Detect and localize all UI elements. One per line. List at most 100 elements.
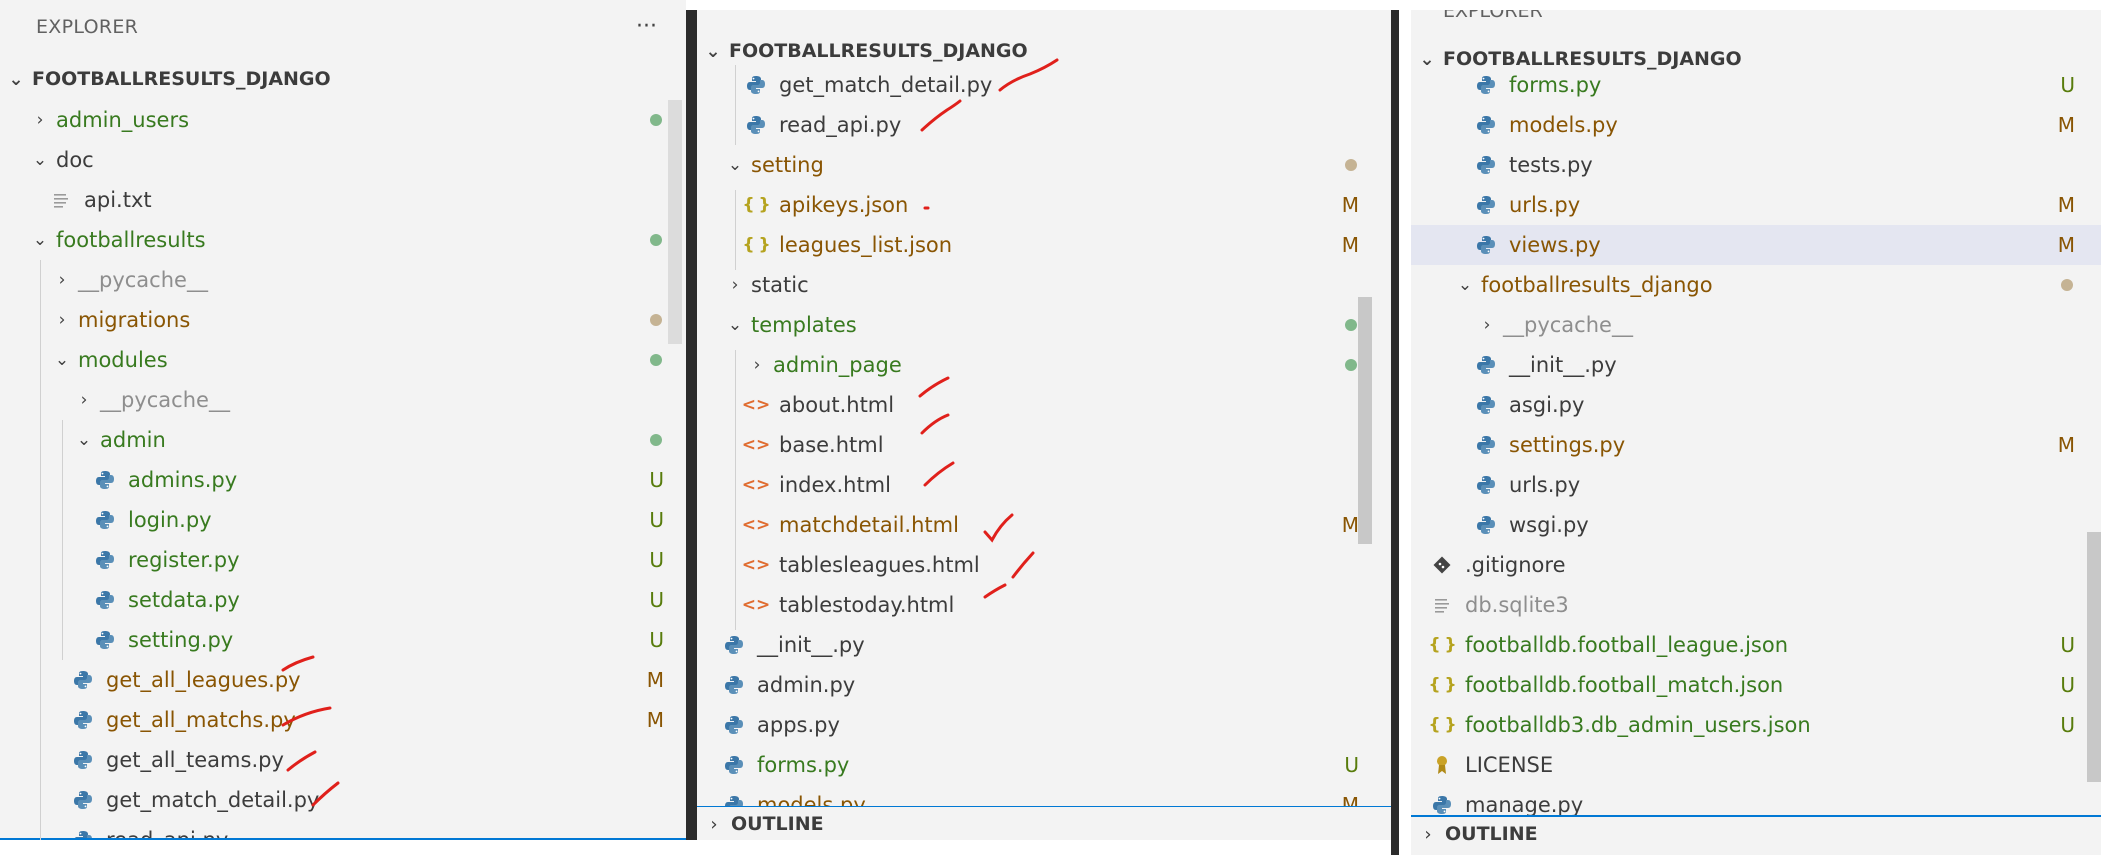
folder-item[interactable]: ⌄ modules (0, 340, 686, 380)
python-icon (1475, 234, 1497, 256)
file-item[interactable]: register.py U (0, 540, 686, 580)
file-item[interactable]: { } apikeys.json M (697, 185, 1391, 225)
chevron-down-icon[interactable]: ⌄ (1453, 275, 1477, 295)
item-label: api.txt (84, 188, 152, 212)
file-item[interactable]: tests.py (1411, 145, 2101, 185)
python-icon (1475, 354, 1497, 376)
file-item[interactable]: <> index.html (697, 465, 1391, 505)
more-actions-icon[interactable]: ··· (636, 14, 657, 39)
chevron-right-icon[interactable]: › (745, 355, 769, 375)
python-icon (723, 634, 745, 656)
chevron-right-icon[interactable]: › (72, 390, 96, 410)
file-item[interactable]: read_api.py (697, 105, 1391, 145)
folder-item[interactable]: › admin_page (697, 345, 1391, 385)
file-item[interactable]: { } footballdb.football_league.json U (1411, 625, 2101, 665)
file-item[interactable]: models.py M (1411, 105, 2101, 145)
file-item[interactable]: get_all_teams.py (0, 740, 686, 780)
file-item[interactable]: forms.py U (1411, 65, 2101, 105)
folder-item[interactable]: › __pycache__ (1411, 305, 2101, 345)
file-item[interactable]: admins.py U (0, 460, 686, 500)
file-item[interactable]: <> tablestoday.html (697, 585, 1391, 625)
item-label: asgi.py (1509, 393, 1585, 417)
python-icon (94, 549, 116, 571)
file-item[interactable]: __init__.py (1411, 345, 2101, 385)
git-status-badge: U (2060, 73, 2075, 97)
chevron-right-icon[interactable]: › (1475, 315, 1499, 335)
item-label: get_all_matchs.py (106, 708, 296, 732)
git-status-dot (650, 434, 662, 446)
file-item[interactable]: get_all_matchs.py M (0, 700, 686, 740)
file-item[interactable]: settings.py M (1411, 425, 2101, 465)
git-status-badge: U (649, 628, 664, 652)
json-icon: { } (742, 195, 770, 215)
folder-item[interactable]: ⌄ doc (0, 140, 686, 180)
workspace-root-header[interactable]: ⌄ FOOTBALLRESULTS_DJANGO (0, 60, 330, 98)
scrollbar-thumb[interactable] (2087, 532, 2101, 782)
chevron-down-icon[interactable]: ⌄ (723, 155, 747, 175)
chevron-down-icon[interactable]: ⌄ (28, 230, 52, 250)
file-item[interactable]: <> about.html (697, 385, 1391, 425)
file-item[interactable]: views.py M (1411, 225, 2101, 265)
file-item[interactable]: admin.py (697, 665, 1391, 705)
file-item[interactable]: .gitignore (1411, 545, 2101, 585)
workspace-root-label: FOOTBALLRESULTS_DJANGO (729, 40, 1028, 62)
file-item[interactable]: <> matchdetail.html M (697, 505, 1391, 545)
scrollbar-thumb[interactable] (1358, 297, 1372, 544)
file-item[interactable]: urls.py (1411, 465, 2101, 505)
python-icon (94, 509, 116, 531)
file-item[interactable]: get_all_leagues.py M (0, 660, 686, 700)
chevron-down-icon[interactable]: ⌄ (50, 350, 74, 370)
folder-item[interactable]: ⌄ footballresults_django (1411, 265, 2101, 305)
html-icon: <> (741, 435, 771, 455)
scrollbar-thumb[interactable] (668, 100, 682, 344)
file-item[interactable]: __init__.py (697, 625, 1391, 665)
file-item[interactable]: get_match_detail.py (697, 65, 1391, 105)
indent-guide (40, 260, 41, 840)
folder-item[interactable]: › __pycache__ (0, 380, 686, 420)
folder-item[interactable]: › __pycache__ (0, 260, 686, 300)
chevron-down-icon[interactable]: ⌄ (28, 150, 52, 170)
folder-item[interactable]: ⌄ footballresults (0, 220, 686, 260)
python-icon (1431, 794, 1453, 816)
chevron-down-icon[interactable]: ⌄ (72, 430, 96, 450)
outline-section-header[interactable]: › OUTLINE (697, 806, 1391, 840)
item-label: index.html (779, 473, 891, 497)
file-item[interactable]: login.py U (0, 500, 686, 540)
git-status-badge: M (2057, 433, 2075, 457)
file-item[interactable]: asgi.py (1411, 385, 2101, 425)
file-item[interactable]: urls.py M (1411, 185, 2101, 225)
file-item[interactable]: read_api.py (0, 820, 686, 840)
folder-item[interactable]: › static (697, 265, 1391, 305)
file-item[interactable]: apps.py (697, 705, 1391, 745)
item-label: wsgi.py (1509, 513, 1589, 537)
chevron-right-icon[interactable]: › (50, 270, 74, 290)
folder-item[interactable]: ⌄ templates (697, 305, 1391, 345)
file-item[interactable]: { } leagues_list.json M (697, 225, 1391, 265)
chevron-right-icon[interactable]: › (723, 275, 747, 295)
chevron-down-icon[interactable]: ⌄ (723, 315, 747, 335)
file-item[interactable]: { } footballdb3.db_admin_users.json U (1411, 705, 2101, 745)
item-label: LICENSE (1465, 753, 1554, 777)
file-item[interactable]: forms.py U (697, 745, 1391, 785)
file-item[interactable]: api.txt (0, 180, 686, 220)
folder-item[interactable]: › admin_users (0, 100, 686, 140)
folder-item[interactable]: ⌄ admin (0, 420, 686, 460)
file-item[interactable]: setting.py U (0, 620, 686, 660)
file-item[interactable]: <> base.html (697, 425, 1391, 465)
file-item[interactable]: get_match_detail.py (0, 780, 686, 820)
explorer-title: EXPLORER (1443, 10, 1543, 22)
python-icon (1475, 394, 1497, 416)
chevron-right-icon[interactable]: › (50, 310, 74, 330)
file-item[interactable]: { } footballdb.football_match.json U (1411, 665, 2101, 705)
file-item[interactable]: setdata.py U (0, 580, 686, 620)
file-item[interactable]: <> tablesleagues.html (697, 545, 1391, 585)
indent-guide (735, 190, 736, 270)
folder-item[interactable]: › migrations (0, 300, 686, 340)
folder-item[interactable]: ⌄ setting (697, 145, 1391, 185)
file-item[interactable]: LICENSE (1411, 745, 2101, 785)
outline-section-header[interactable]: › OUTLINE (1411, 815, 2101, 851)
chevron-right-icon[interactable]: › (28, 110, 52, 130)
file-item[interactable]: wsgi.py (1411, 505, 2101, 545)
git-status-badge: U (1344, 753, 1359, 777)
file-item[interactable]: db.sqlite3 (1411, 585, 2101, 625)
